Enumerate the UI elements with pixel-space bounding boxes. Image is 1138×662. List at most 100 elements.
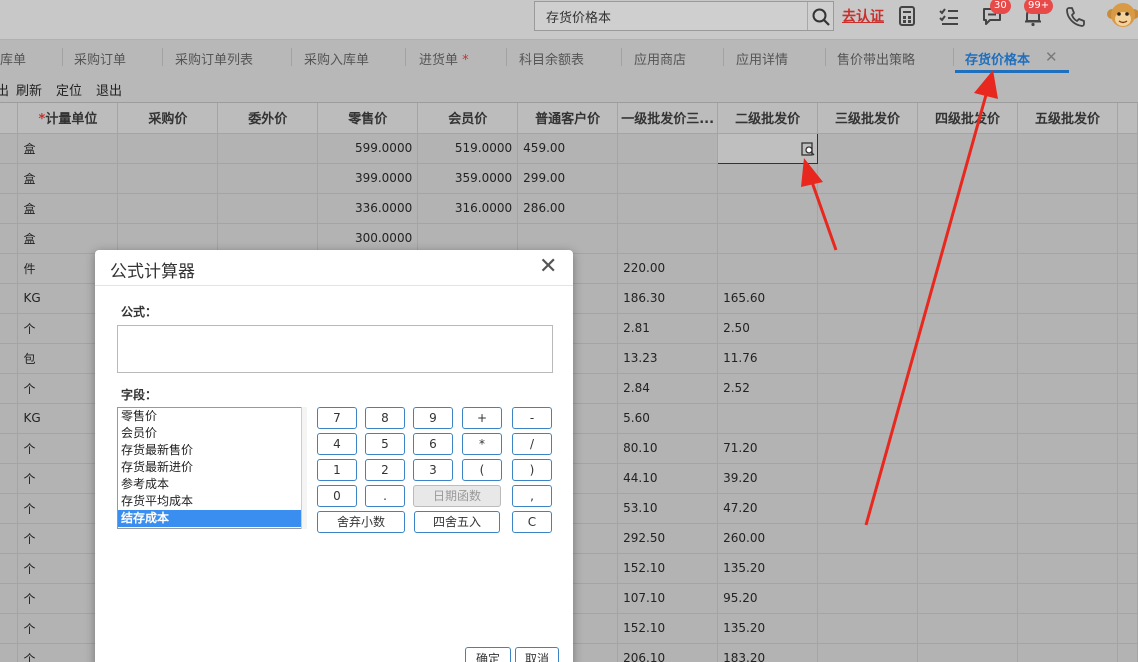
column-header-member-price[interactable]: 会员价 [417,103,519,134]
cell-wholesale-price-3[interactable] [817,193,919,224]
cell-retail-price[interactable]: 300.0000 [317,223,419,254]
cell-member-price[interactable]: 359.0000 [417,163,519,194]
cell-wholesale-price-1[interactable] [617,223,719,254]
tab-app-details[interactable]: 应用详情 [736,49,788,68]
cell-wholesale-price-4[interactable] [917,193,1018,224]
cell-row-indicator[interactable] [0,343,19,374]
avatar[interactable] [1106,0,1138,32]
cell-wholesale-price-4[interactable] [917,133,1018,164]
cell-wholesale-price-2[interactable]: 135.20 [717,613,819,644]
key-2-button[interactable]: 2 [365,459,405,481]
field-list-scrollbar[interactable] [301,407,307,529]
cell-wholesale-price-2[interactable]: 95.20 [717,583,819,614]
cell-wholesale-price-4[interactable] [917,643,1018,662]
cell-unit[interactable]: 盒 [17,223,119,254]
cell-wholesale-price-5[interactable] [1017,643,1118,662]
cell-wholesale-price-5[interactable] [1017,583,1118,614]
cell-wholesale-price-4[interactable] [917,223,1018,254]
cell-wholesale-price-3[interactable] [817,463,919,494]
column-header-wholesale-price-5[interactable]: 五级批发价 [1017,103,1118,134]
field-item[interactable]: 会员价 [118,425,306,442]
cell-wholesale-price-3[interactable] [817,493,919,524]
column-header-wholesale-price-3[interactable]: 三级批发价 [817,103,919,134]
key-3-button[interactable]: 3 [413,459,453,481]
cell-wholesale-price-5[interactable] [1017,613,1118,644]
key-open-paren-button[interactable]: ( [462,459,502,481]
column-header-wholesale-price-4[interactable]: 四级批发价 [917,103,1018,134]
search-icon[interactable] [811,7,831,27]
locate-button[interactable]: 定位 [56,80,82,99]
cell-wholesale-price-2[interactable] [717,403,819,434]
cell-row-indicator[interactable] [0,403,19,434]
cell-extra[interactable] [1117,583,1138,614]
cell-row-indicator[interactable] [0,553,19,584]
tab-price-book[interactable]: 存货价格本 [965,49,1030,68]
cell-row-indicator[interactable] [0,223,19,254]
cell-retail-price[interactable]: 399.0000 [317,163,419,194]
key-0-button[interactable]: 0 [317,485,357,507]
cell-wholesale-price-4[interactable] [917,343,1018,374]
cell-wholesale-price-5[interactable] [1017,463,1118,494]
cell-row-indicator[interactable] [0,643,19,662]
key-truncate-decimal-button[interactable]: 舍弃小数 [317,511,405,533]
cell-row-indicator[interactable] [0,463,19,494]
cell-wholesale-price-4[interactable] [917,433,1018,464]
cell-row-indicator[interactable] [0,613,19,644]
cell-unit[interactable]: 盒 [17,193,119,224]
cell-wholesale-price-2[interactable]: 260.00 [717,523,819,554]
cell-wholesale-price-4[interactable] [917,163,1018,194]
cell-row-indicator[interactable] [0,523,19,554]
cell-extra[interactable] [1117,163,1138,194]
cell-wholesale-price-3[interactable] [817,553,919,584]
key-multiply-button[interactable]: * [462,433,502,455]
cell-outsourcing-price[interactable] [217,223,319,254]
cell-extra[interactable] [1117,643,1138,662]
cell-wholesale-price-2[interactable] [717,253,819,284]
cell-extra[interactable] [1117,463,1138,494]
formula-input[interactable] [117,325,553,373]
cell-row-indicator[interactable] [0,163,19,194]
tab-purchase-receipt[interactable]: 采购入库单 [304,49,369,68]
cell-wholesale-price-2[interactable]: 165.60 [717,283,819,314]
key-7-button[interactable]: 7 [317,407,357,429]
field-item[interactable]: 结存成本 [118,510,306,527]
tab-purchase-order[interactable]: 采购订单 [74,49,126,68]
cell-extra[interactable] [1117,403,1138,434]
cell-retail-price[interactable]: 599.0000 [317,133,419,164]
tab-app-store[interactable]: 应用商店 [634,49,686,68]
cell-extra[interactable] [1117,253,1138,284]
cell-regular-customer-price[interactable]: 459.00 [517,133,619,164]
cell-row-indicator[interactable] [0,583,19,614]
column-header-wholesale-price-1[interactable]: 一级批发价三... [617,103,719,134]
cell-regular-customer-price[interactable]: 286.00 [517,193,619,224]
cell-wholesale-price-1[interactable]: 107.10 [617,583,719,614]
cell-wholesale-price-3[interactable] [817,583,919,614]
cell-wholesale-price-3[interactable] [817,403,919,434]
cell-extra[interactable] [1117,523,1138,554]
cell-row-indicator[interactable] [0,253,19,284]
cell-member-price[interactable]: 519.0000 [417,133,519,164]
task-list-icon[interactable] [938,5,960,27]
cell-extra[interactable] [1117,133,1138,164]
cell-extra[interactable] [1117,493,1138,524]
column-header-retail-price[interactable]: 零售价 [317,103,419,134]
cell-wholesale-price-5[interactable] [1017,313,1118,344]
cell-wholesale-price-1[interactable]: 152.10 [617,553,719,584]
cell-wholesale-price-2[interactable]: 2.50 [717,313,819,344]
cell-wholesale-price-1[interactable]: 186.30 [617,283,719,314]
cell-wholesale-price-3[interactable] [817,253,919,284]
cell-wholesale-price-4[interactable] [917,283,1018,314]
cell-wholesale-price-5[interactable] [1017,253,1118,284]
cell-extra[interactable] [1117,433,1138,464]
column-header-extra[interactable] [1117,103,1138,134]
cell-unit[interactable]: 盒 [17,163,119,194]
cell-wholesale-price-1[interactable]: 13.23 [617,343,719,374]
cell-purchase-price[interactable] [117,223,219,254]
cell-wholesale-price-3[interactable] [817,133,919,164]
key-comma-button[interactable]: , [512,485,552,507]
cell-wholesale-price-4[interactable] [917,613,1018,644]
cell-wholesale-price-4[interactable] [917,253,1018,284]
cell-wholesale-price-1[interactable]: 2.81 [617,313,719,344]
field-item[interactable]: 参考成本 [118,476,306,493]
cell-unit[interactable]: 盒 [17,133,119,164]
